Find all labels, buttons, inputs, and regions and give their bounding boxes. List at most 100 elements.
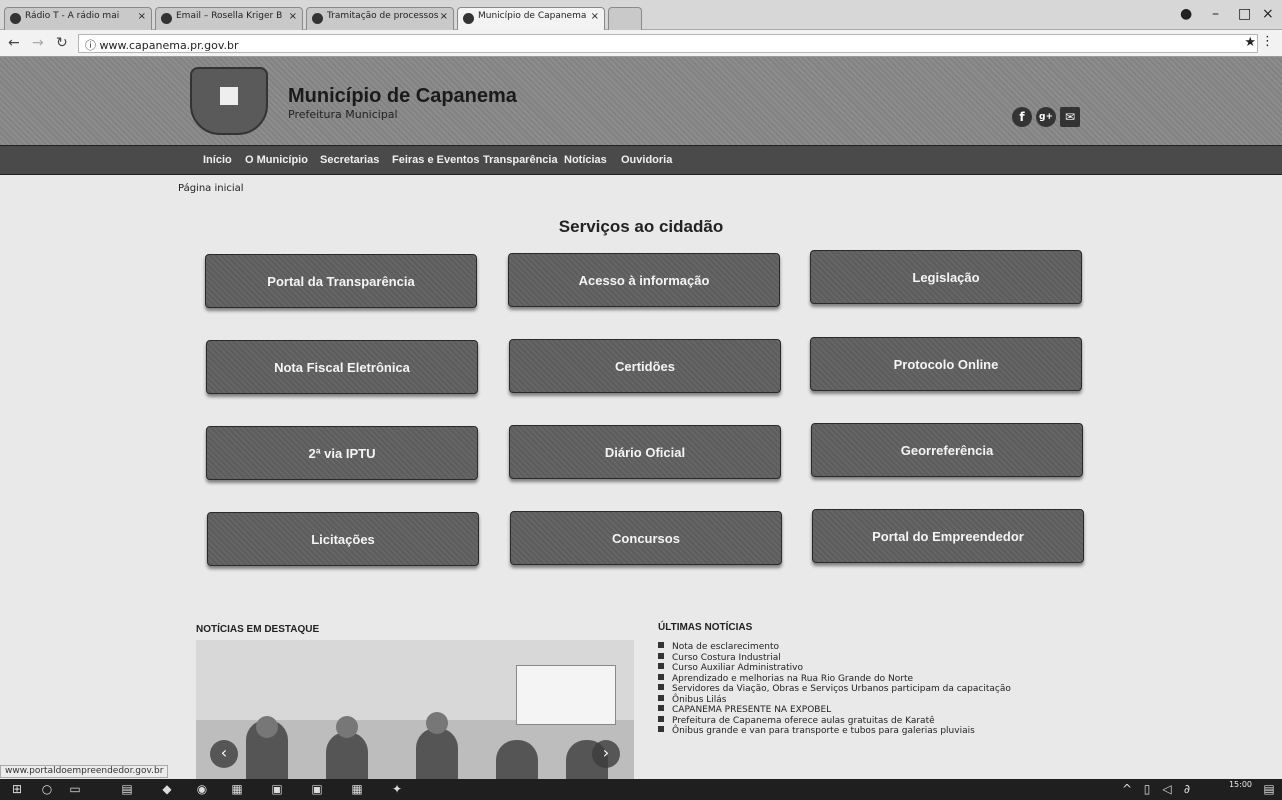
file-explorer-icon[interactable]: ▤ bbox=[120, 782, 134, 796]
tab-favicon-icon bbox=[312, 13, 323, 24]
site-title[interactable]: Município de Capanema bbox=[288, 85, 517, 108]
list-item[interactable]: Aprendizado e melhorias na Rua Rio Grand… bbox=[658, 673, 1011, 685]
image-person bbox=[416, 728, 458, 780]
service-protocolo-online-button[interactable]: Protocolo Online bbox=[810, 337, 1082, 391]
app-icon[interactable]: ◆ bbox=[160, 782, 174, 796]
forward-icon[interactable]: → bbox=[32, 35, 44, 51]
notifications-icon[interactable]: ▤ bbox=[1262, 782, 1276, 796]
latest-news-list: Nota de esclarecimento Curso Costura Ind… bbox=[658, 642, 1011, 737]
pen-icon[interactable]: ∂ bbox=[1180, 782, 1194, 796]
list-item[interactable]: Servidores da Viação, Obras e Serviços U… bbox=[658, 684, 1011, 695]
list-item[interactable]: Curso Auxiliar Administrativo bbox=[658, 663, 1011, 674]
news-link[interactable]: CAPANEMA PRESENTE NA EXPOBEL bbox=[672, 705, 831, 715]
browser-tab[interactable]: Tramitação de processos × bbox=[306, 7, 454, 30]
maximize-icon[interactable]: □ bbox=[1238, 6, 1251, 22]
info-icon: ⓘ bbox=[85, 39, 100, 52]
news-link[interactable]: Curso Auxiliar Administrativo bbox=[672, 663, 803, 673]
app-icon[interactable]: ▦ bbox=[350, 782, 364, 796]
browser-menu-icon[interactable]: ⋮ bbox=[1261, 34, 1274, 49]
service-certidoes-button[interactable]: Certidões bbox=[509, 339, 781, 393]
taskbar-clock[interactable]: 15:00 bbox=[1229, 780, 1252, 789]
task-view-icon[interactable]: ▭ bbox=[68, 782, 82, 796]
news-link[interactable]: Ônibus grande e van para transporte e tu… bbox=[672, 726, 975, 736]
news-link[interactable]: Ônibus Lilás bbox=[672, 695, 726, 705]
volume-icon[interactable]: ◁ bbox=[1160, 782, 1174, 796]
coat-of-arms-logo[interactable] bbox=[190, 67, 268, 135]
browser-tab-active[interactable]: Município de Capanema × bbox=[457, 7, 605, 30]
close-window-icon[interactable]: × bbox=[1262, 6, 1274, 22]
slider-next-icon[interactable]: › bbox=[592, 740, 620, 768]
list-item[interactable]: Curso Costura Industrial bbox=[658, 652, 1011, 664]
news-link[interactable]: Prefeitura de Capanema oferece aulas gra… bbox=[672, 716, 935, 726]
main-nav: Início O Município Secretarias Feiras e … bbox=[0, 145, 1282, 175]
close-icon[interactable]: × bbox=[591, 11, 599, 22]
app-icon[interactable]: ▣ bbox=[310, 782, 324, 796]
featured-news-image[interactable]: ‹ › bbox=[196, 640, 634, 780]
url-input[interactable]: ⓘ www.capanema.pr.gov.br bbox=[78, 34, 1258, 53]
service-legislacao-button[interactable]: Legislação bbox=[810, 250, 1082, 304]
minimize-icon[interactable]: – bbox=[1212, 6, 1219, 22]
list-item[interactable]: Prefeitura de Capanema oferece aulas gra… bbox=[658, 715, 1011, 727]
nav-item-ouvidoria[interactable]: Ouvidoria bbox=[621, 154, 672, 166]
app-icon[interactable]: ✦ bbox=[390, 782, 404, 796]
news-link[interactable]: Nota de esclarecimento bbox=[672, 642, 779, 652]
breadcrumb[interactable]: Página inicial bbox=[178, 183, 244, 194]
google-plus-icon[interactable]: g+ bbox=[1036, 107, 1056, 127]
facebook-icon[interactable]: f bbox=[1012, 107, 1032, 127]
nav-item-transparencia[interactable]: Transparência bbox=[483, 154, 558, 166]
service-portal-empreendedor-button[interactable]: Portal do Empreendedor bbox=[812, 509, 1084, 563]
news-link[interactable]: Aprendizado e melhorias na Rua Rio Grand… bbox=[672, 674, 913, 684]
services-title: Serviços ao cidadão bbox=[558, 217, 724, 236]
service-iptu-button[interactable]: 2ª via IPTU bbox=[206, 426, 478, 480]
image-person bbox=[496, 740, 538, 780]
chrome-icon[interactable]: ◉ bbox=[195, 782, 209, 796]
service-diario-oficial-button[interactable]: Diário Oficial bbox=[509, 425, 781, 479]
image-person bbox=[326, 732, 368, 780]
list-item[interactable]: CAPANEMA PRESENTE NA EXPOBEL bbox=[658, 705, 1011, 716]
network-icon[interactable]: ▯ bbox=[1140, 782, 1154, 796]
nav-item-feiras-eventos[interactable]: Feiras e Eventos bbox=[392, 154, 479, 166]
back-icon[interactable]: ← bbox=[8, 35, 20, 51]
new-tab-button[interactable] bbox=[608, 7, 642, 30]
slider-prev-icon[interactable]: ‹ bbox=[210, 740, 238, 768]
browser-tab[interactable]: Email – Rosella Kriger B × bbox=[155, 7, 303, 30]
bullet-icon bbox=[658, 694, 664, 701]
service-acesso-informacao-button[interactable]: Acesso à informação bbox=[508, 253, 780, 307]
os-taskbar: ⊞ ○ ▭ ▤ ◆ ◉ ▦ ▣ ▣ ▦ ✦ ^ ▯ ◁ ∂ 15:00 ▤ bbox=[0, 779, 1282, 800]
app-icon[interactable]: ▣ bbox=[270, 782, 284, 796]
nav-item-noticias[interactable]: Notícias bbox=[564, 154, 607, 166]
bookmark-star-icon[interactable]: ★ bbox=[1244, 35, 1256, 50]
close-icon[interactable]: × bbox=[138, 11, 146, 22]
news-link[interactable]: Curso Costura Industrial bbox=[672, 653, 781, 663]
tab-favicon-icon bbox=[463, 13, 474, 24]
nav-item-municipio[interactable]: O Município bbox=[245, 154, 308, 166]
tray-chevron-icon[interactable]: ^ bbox=[1120, 782, 1134, 796]
service-concursos-button[interactable]: Concursos bbox=[510, 511, 782, 565]
windows-start-icon[interactable]: ⊞ bbox=[10, 782, 24, 796]
email-icon[interactable]: ✉ bbox=[1060, 107, 1080, 127]
profile-icon[interactable]: ● bbox=[1180, 6, 1192, 22]
featured-news-heading: NOTÍCIAS EM DESTAQUE bbox=[196, 624, 320, 635]
tab-favicon-icon bbox=[161, 13, 172, 24]
service-nota-fiscal-button[interactable]: Nota Fiscal Eletrônica bbox=[206, 340, 478, 394]
list-item[interactable]: Ônibus Lilás bbox=[658, 694, 1011, 706]
service-licitacoes-button[interactable]: Licitações bbox=[207, 512, 479, 566]
service-portal-transparencia-button[interactable]: Portal da Transparência bbox=[205, 254, 477, 308]
browser-tab[interactable]: Rádio T - A rádio mai × bbox=[4, 7, 152, 30]
status-bar-url: www.portaldoempreendedor.gov.br bbox=[0, 765, 169, 778]
close-icon[interactable]: × bbox=[440, 11, 448, 22]
reload-icon[interactable]: ↻ bbox=[56, 35, 68, 51]
search-icon[interactable]: ○ bbox=[40, 782, 54, 796]
nav-item-secretarias[interactable]: Secretarias bbox=[320, 154, 379, 166]
url-text: www.capanema.pr.gov.br bbox=[99, 39, 239, 52]
latest-news-heading: ÚLTIMAS NOTÍCIAS bbox=[658, 622, 753, 633]
list-item[interactable]: Nota de esclarecimento bbox=[658, 642, 1011, 653]
list-item[interactable]: Ônibus grande e van para transporte e tu… bbox=[658, 726, 1011, 737]
close-icon[interactable]: × bbox=[289, 11, 297, 22]
app-icon[interactable]: ▦ bbox=[230, 782, 244, 796]
bullet-icon bbox=[658, 684, 664, 690]
news-link[interactable]: Servidores da Viação, Obras e Serviços U… bbox=[672, 684, 1011, 694]
tab-favicon-icon bbox=[10, 13, 21, 24]
service-georreferencia-button[interactable]: Georreferência bbox=[811, 423, 1083, 477]
nav-item-inicio[interactable]: Início bbox=[203, 154, 232, 166]
